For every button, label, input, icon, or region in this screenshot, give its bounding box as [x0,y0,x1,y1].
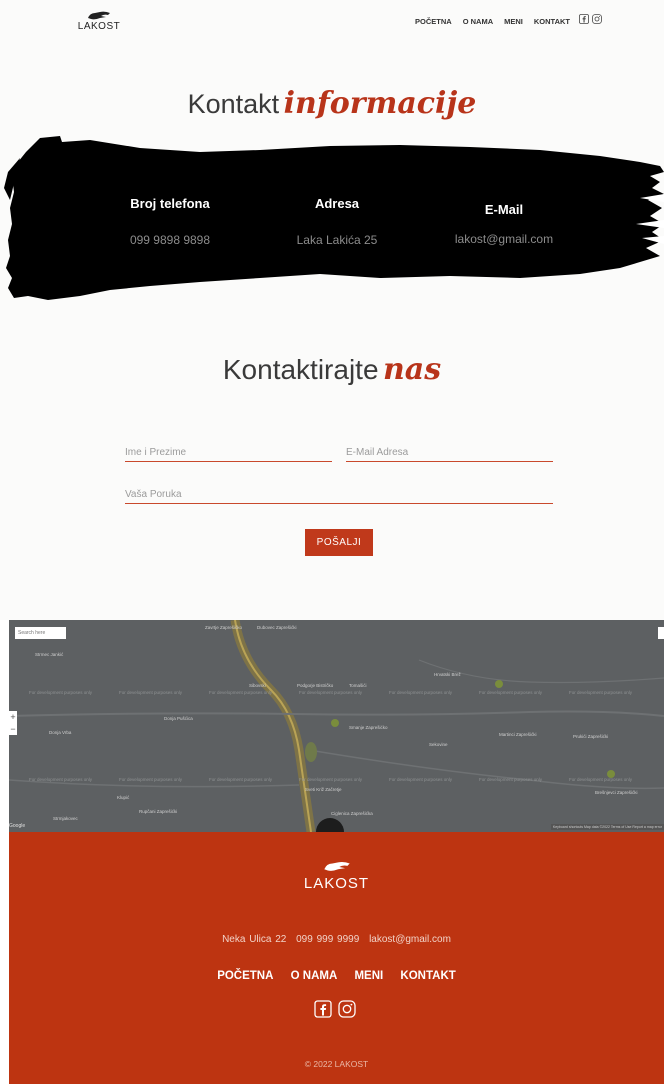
footer-social-icons [314,1000,356,1018]
email-value: lakost@gmail.com [454,232,554,246]
map-place-label: Donja Vrba [49,730,72,735]
email-label: E-Mail [484,202,524,217]
message-input[interactable] [125,489,553,500]
footer-brand-name: LAKOST [303,875,370,892]
message-field-wrapper [125,489,553,504]
footer-contact-line: Neka Ulica 22 099 999 9999 lakost@gmail.… [9,934,664,945]
map-roads [9,620,664,832]
heading-script-text: nas [382,352,442,387]
heading-script-text: informacije [283,86,477,121]
address-value: Laka Lakića 25 [296,233,378,247]
info-address: Adresa Laka Lakića 25 [262,196,412,247]
footer-nav-item-pocetna[interactable]: POČETNA [217,970,273,982]
map-place-label: Donja Pušćica [164,716,193,721]
map-terms[interactable]: Keyboard shortcuts Map data ©2022 Terms … [550,824,664,830]
nav-item-o-nama[interactable]: O NAMA [463,17,493,26]
map-place-label: Prukići Zaprešićki [573,734,609,739]
email-input[interactable] [346,447,553,458]
map-place-label: Strmjakovec [53,816,78,821]
instagram-icon[interactable] [338,1000,356,1018]
map-place-label: Sibovski [249,683,266,688]
heading-light-text: Kontaktirajte [222,354,379,385]
map-place-label: Ciglenica Zaprešićka [331,811,373,816]
map-dev-watermark: For development purposes only [119,777,183,782]
footer-phone[interactable]: 099 999 9999 [296,934,359,945]
map-dev-watermark: For development purposes only [479,777,543,782]
zoom-out-button[interactable]: − [9,723,17,735]
contact-info-heading: Kontakt informacije [0,86,664,121]
map-place-label: Dubovec Zaprešićki [257,625,297,630]
map-place-label: Brešnjevci Zaprešićki [595,790,638,795]
map-dev-watermark: For development purposes only [119,690,183,695]
map-fullscreen-button[interactable] [658,627,664,639]
contact-info-banner: Broj telefona 099 9898 9898 Adresa Laka … [0,128,664,303]
map-place-label: Martinci Zaprešićki [499,732,537,737]
contact-form-heading: Kontaktirajte nas [0,352,664,387]
nav-links: POČETNA O NAMA MENI KONTAKT [415,17,570,26]
facebook-icon[interactable] [579,14,589,24]
map-dev-watermark: For development purposes only [299,777,363,782]
top-navigation: LAKOST POČETNA O NAMA MENI KONTAKT [0,0,664,40]
nav-item-kontakt[interactable]: KONTAKT [534,17,570,26]
google-map[interactable]: Search here + − Zavrtje Zaprešićko Dubov… [9,620,664,832]
map-place-label: Podgorje Bistričko [297,683,334,688]
map-place-label: Rupčani Zaprešićki [139,809,178,814]
address-label: Adresa [314,196,360,211]
map-place-label: Tomašići [349,683,367,688]
name-field-wrapper [125,447,332,462]
site-footer: LAKOST Neka Ulica 22 099 999 9999 lakost… [9,832,664,1084]
crocodile-logo-icon [323,862,350,871]
map-dev-watermark: For development purposes only [29,690,93,695]
info-phone: Broj telefona 099 9898 9898 [95,196,245,247]
facebook-icon[interactable] [314,1000,332,1018]
map-place-label: Hrvatski Brež [434,672,461,677]
map-zoom-controls: + − [9,711,17,735]
map-place-label: Sveti Križ Začretje [305,787,342,792]
nav-item-meni[interactable]: MENI [504,17,523,26]
email-field-wrapper [346,447,553,462]
map-place-label: Sekovine [429,742,448,747]
nav-item-pocetna[interactable]: POČETNA [415,17,452,26]
footer-address: Neka Ulica 22 [222,934,287,945]
info-email: E-Mail lakost@gmail.com [429,202,579,246]
zoom-in-button[interactable]: + [9,711,17,723]
footer-nav-item-kontakt[interactable]: KONTAKT [400,970,455,982]
phone-label: Broj telefona [130,196,210,211]
map-dev-watermark: For development purposes only [299,690,363,695]
map-dev-watermark: For development purposes only [209,777,273,782]
map-place-label: Strmec Jankić [35,652,64,657]
map-place-label: Klupić [117,795,130,800]
heading-light-text: Kontakt [187,89,280,119]
name-input[interactable] [125,447,332,458]
footer-email[interactable]: lakost@gmail.com [369,934,451,945]
footer-nav-item-o-nama[interactable]: O NAMA [291,970,338,982]
brand-logo[interactable]: LAKOST [74,10,124,32]
map-dev-watermark: For development purposes only [209,690,273,695]
brand-name: LAKOST [77,21,121,32]
google-logo: Google [9,823,26,829]
footer-brand-logo[interactable]: LAKOST [9,860,664,892]
footer-nav-item-meni[interactable]: MENI [354,970,383,982]
map-dev-watermark: For development purposes only [569,777,633,782]
map-dev-watermark: For development purposes only [389,690,453,695]
map-place-label: Smanje Zaprešićko [349,725,388,730]
map-dev-watermark: For development purposes only [479,690,543,695]
nav-social-icons [579,14,602,24]
map-place-label: Zavrtje Zaprešićko [205,625,243,630]
map-dev-watermark: For development purposes only [389,777,453,782]
map-search-box[interactable]: Search here [15,627,66,639]
map-dev-watermark: For development purposes only [569,690,633,695]
footer-copyright: © 2022 LAKOST [304,1059,369,1069]
map-dev-watermark: For development purposes only [29,777,93,782]
footer-nav: POČETNA O NAMA MENI KONTAKT [9,970,664,982]
phone-value: 099 9898 9898 [129,233,211,247]
send-button[interactable]: POŠALJI [305,529,373,556]
instagram-icon[interactable] [592,14,602,24]
